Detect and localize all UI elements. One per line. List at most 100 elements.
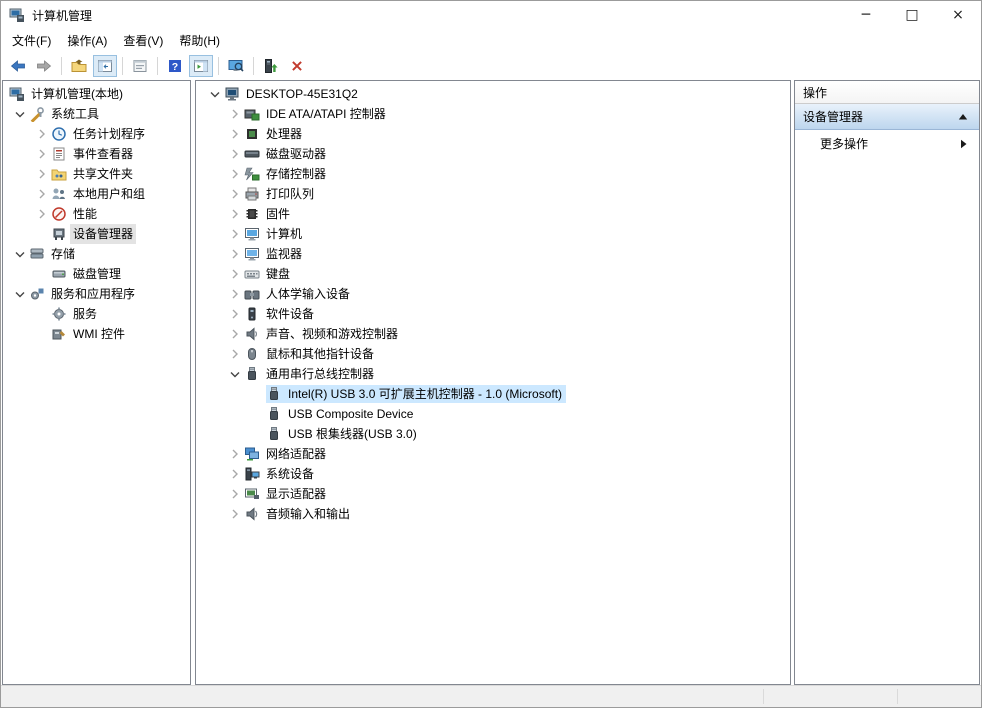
sidebar-item-storage[interactable]: 存储: [3, 244, 190, 264]
collapse-section-icon[interactable]: [955, 109, 971, 125]
forward-button[interactable]: [32, 55, 56, 77]
tree-item-content: 设备管理器: [51, 225, 137, 243]
device-item-software-device[interactable]: 软件设备: [196, 304, 790, 324]
sidebar-item-system-tools[interactable]: 系统工具: [3, 104, 190, 124]
device-item-usb-controller[interactable]: USB 根集线器(USB 3.0): [196, 424, 790, 444]
device-item-audio-io[interactable]: 音频输入和输出: [196, 504, 790, 524]
chevron-collapsed-icon[interactable]: [226, 246, 244, 262]
chevron-collapsed-icon[interactable]: [226, 486, 244, 502]
menu-file[interactable]: 文件(F): [4, 29, 59, 52]
device-item-computer-monitor[interactable]: 计算机: [196, 224, 790, 244]
device-item-usb-controller[interactable]: 通用串行总线控制器: [196, 364, 790, 384]
chevron-collapsed-icon[interactable]: [33, 186, 51, 202]
chevron-collapsed-icon[interactable]: [226, 266, 244, 282]
device-item-label: 网络适配器: [263, 444, 329, 464]
chevron-collapsed-icon[interactable]: [226, 506, 244, 522]
device-item-firmware[interactable]: 固件: [196, 204, 790, 224]
device-item-system-devices[interactable]: 系统设备: [196, 464, 790, 484]
chevron-collapsed-icon[interactable]: [226, 326, 244, 342]
sidebar-item-event-viewer[interactable]: 事件查看器: [3, 144, 190, 164]
chevron-collapsed-icon[interactable]: [226, 166, 244, 182]
services-icon: [51, 306, 67, 322]
show-console-tree-button[interactable]: [93, 55, 117, 77]
sidebar-item-services[interactable]: 服务: [3, 304, 190, 324]
back-icon: [10, 58, 26, 74]
chevron-expanded-icon[interactable]: [206, 86, 224, 102]
chevron-collapsed-icon[interactable]: [226, 106, 244, 122]
maximize-button[interactable]: □: [889, 1, 935, 29]
sidebar-item-shared-folders[interactable]: 共享文件夹: [3, 164, 190, 184]
device-item-storage-controller[interactable]: 存储控制器: [196, 164, 790, 184]
device-item-print-queue[interactable]: 打印队列: [196, 184, 790, 204]
system-tools-icon: [29, 106, 45, 122]
sidebar-item-label: 任务计划程序: [70, 124, 148, 144]
chevron-expanded-icon[interactable]: [11, 286, 29, 302]
back-button[interactable]: [6, 55, 30, 77]
chevron-collapsed-icon[interactable]: [226, 346, 244, 362]
menu-view[interactable]: 查看(V): [115, 29, 171, 52]
chevron-expanded-icon[interactable]: [11, 246, 29, 262]
chevron-collapsed-icon[interactable]: [33, 166, 51, 182]
device-item-disk-drive[interactable]: 磁盘驱动器: [196, 144, 790, 164]
device-item-desktop-computer[interactable]: DESKTOP-45E31Q2: [196, 84, 790, 104]
chevron-expanded-icon[interactable]: [11, 106, 29, 122]
task-scheduler-icon: [51, 126, 67, 142]
chevron-collapsed-icon[interactable]: [226, 226, 244, 242]
console-monitor-button[interactable]: [224, 55, 248, 77]
device-item-monitor[interactable]: 监视器: [196, 244, 790, 264]
chevron-collapsed-icon[interactable]: [33, 126, 51, 142]
sidebar-item-local-users[interactable]: 本地用户和组: [3, 184, 190, 204]
minimize-button[interactable]: ─: [843, 1, 889, 29]
tree-item-content: 存储: [29, 245, 79, 263]
device-item-usb-controller[interactable]: USB Composite Device: [196, 404, 790, 424]
tree-item-content: 监视器: [244, 245, 306, 263]
export-list-button[interactable]: [67, 55, 91, 77]
usb-controller-icon: [266, 406, 282, 422]
hid-device-icon: [244, 286, 260, 302]
device-item-display-adapter[interactable]: 显示适配器: [196, 484, 790, 504]
device-item-mouse[interactable]: 鼠标和其他指针设备: [196, 344, 790, 364]
device-item-ide-controller[interactable]: IDE ATA/ATAPI 控制器: [196, 104, 790, 124]
show-action-pane-button[interactable]: [189, 55, 213, 77]
sidebar-item-services-apps[interactable]: 服务和应用程序: [3, 284, 190, 304]
sidebar-item-computer-management[interactable]: 计算机管理(本地): [3, 84, 190, 104]
sidebar-item-task-scheduler[interactable]: 任务计划程序: [3, 124, 190, 144]
chevron-collapsed-icon[interactable]: [226, 466, 244, 482]
chevron-collapsed-icon[interactable]: [33, 146, 51, 162]
chevron-collapsed-icon[interactable]: [226, 206, 244, 222]
sidebar-item-device-manager[interactable]: 设备管理器: [3, 224, 190, 244]
sidebar-item-wmi-control[interactable]: WMI 控件: [3, 324, 190, 344]
display-adapter-icon: [244, 486, 260, 502]
menu-help[interactable]: 帮助(H): [171, 29, 228, 52]
chevron-collapsed-icon[interactable]: [226, 126, 244, 142]
device-item-sound-controller[interactable]: 声音、视频和游戏控制器: [196, 324, 790, 344]
chevron-collapsed-icon[interactable]: [226, 446, 244, 462]
device-item-keyboard[interactable]: 键盘: [196, 264, 790, 284]
chevron-collapsed-icon[interactable]: [226, 286, 244, 302]
device-item-label: USB Composite Device: [285, 406, 416, 423]
shared-folders-icon: [51, 166, 67, 182]
properties-button[interactable]: [128, 55, 152, 77]
scan-hardware-button[interactable]: [259, 55, 283, 77]
chevron-collapsed-icon[interactable]: [226, 186, 244, 202]
actions-section-device-manager[interactable]: 设备管理器: [795, 104, 979, 130]
sidebar-item-disk-management[interactable]: 磁盘管理: [3, 264, 190, 284]
device-item-hid-device[interactable]: 人体学输入设备: [196, 284, 790, 304]
chevron-collapsed-icon[interactable]: [33, 206, 51, 222]
device-item-network-adapter[interactable]: 网络适配器: [196, 444, 790, 464]
device-item-usb-controller[interactable]: Intel(R) USB 3.0 可扩展主机控制器 - 1.0 (Microso…: [196, 384, 790, 404]
toolbar-separator: [218, 57, 219, 75]
more-actions-item[interactable]: 更多操作: [795, 130, 979, 157]
usb-controller-icon: [266, 426, 282, 442]
device-item-label: 存储控制器: [263, 164, 329, 184]
menu-action[interactable]: 操作(A): [59, 29, 115, 52]
tree-item-content: 服务: [51, 305, 101, 323]
chevron-collapsed-icon[interactable]: [226, 146, 244, 162]
sidebar-item-performance[interactable]: 性能: [3, 204, 190, 224]
device-item-processor[interactable]: 处理器: [196, 124, 790, 144]
chevron-expanded-icon[interactable]: [226, 366, 244, 382]
chevron-collapsed-icon[interactable]: [226, 306, 244, 322]
help-button[interactable]: ?: [163, 55, 187, 77]
close-button[interactable]: ×: [935, 1, 981, 29]
uninstall-device-button[interactable]: [285, 55, 309, 77]
